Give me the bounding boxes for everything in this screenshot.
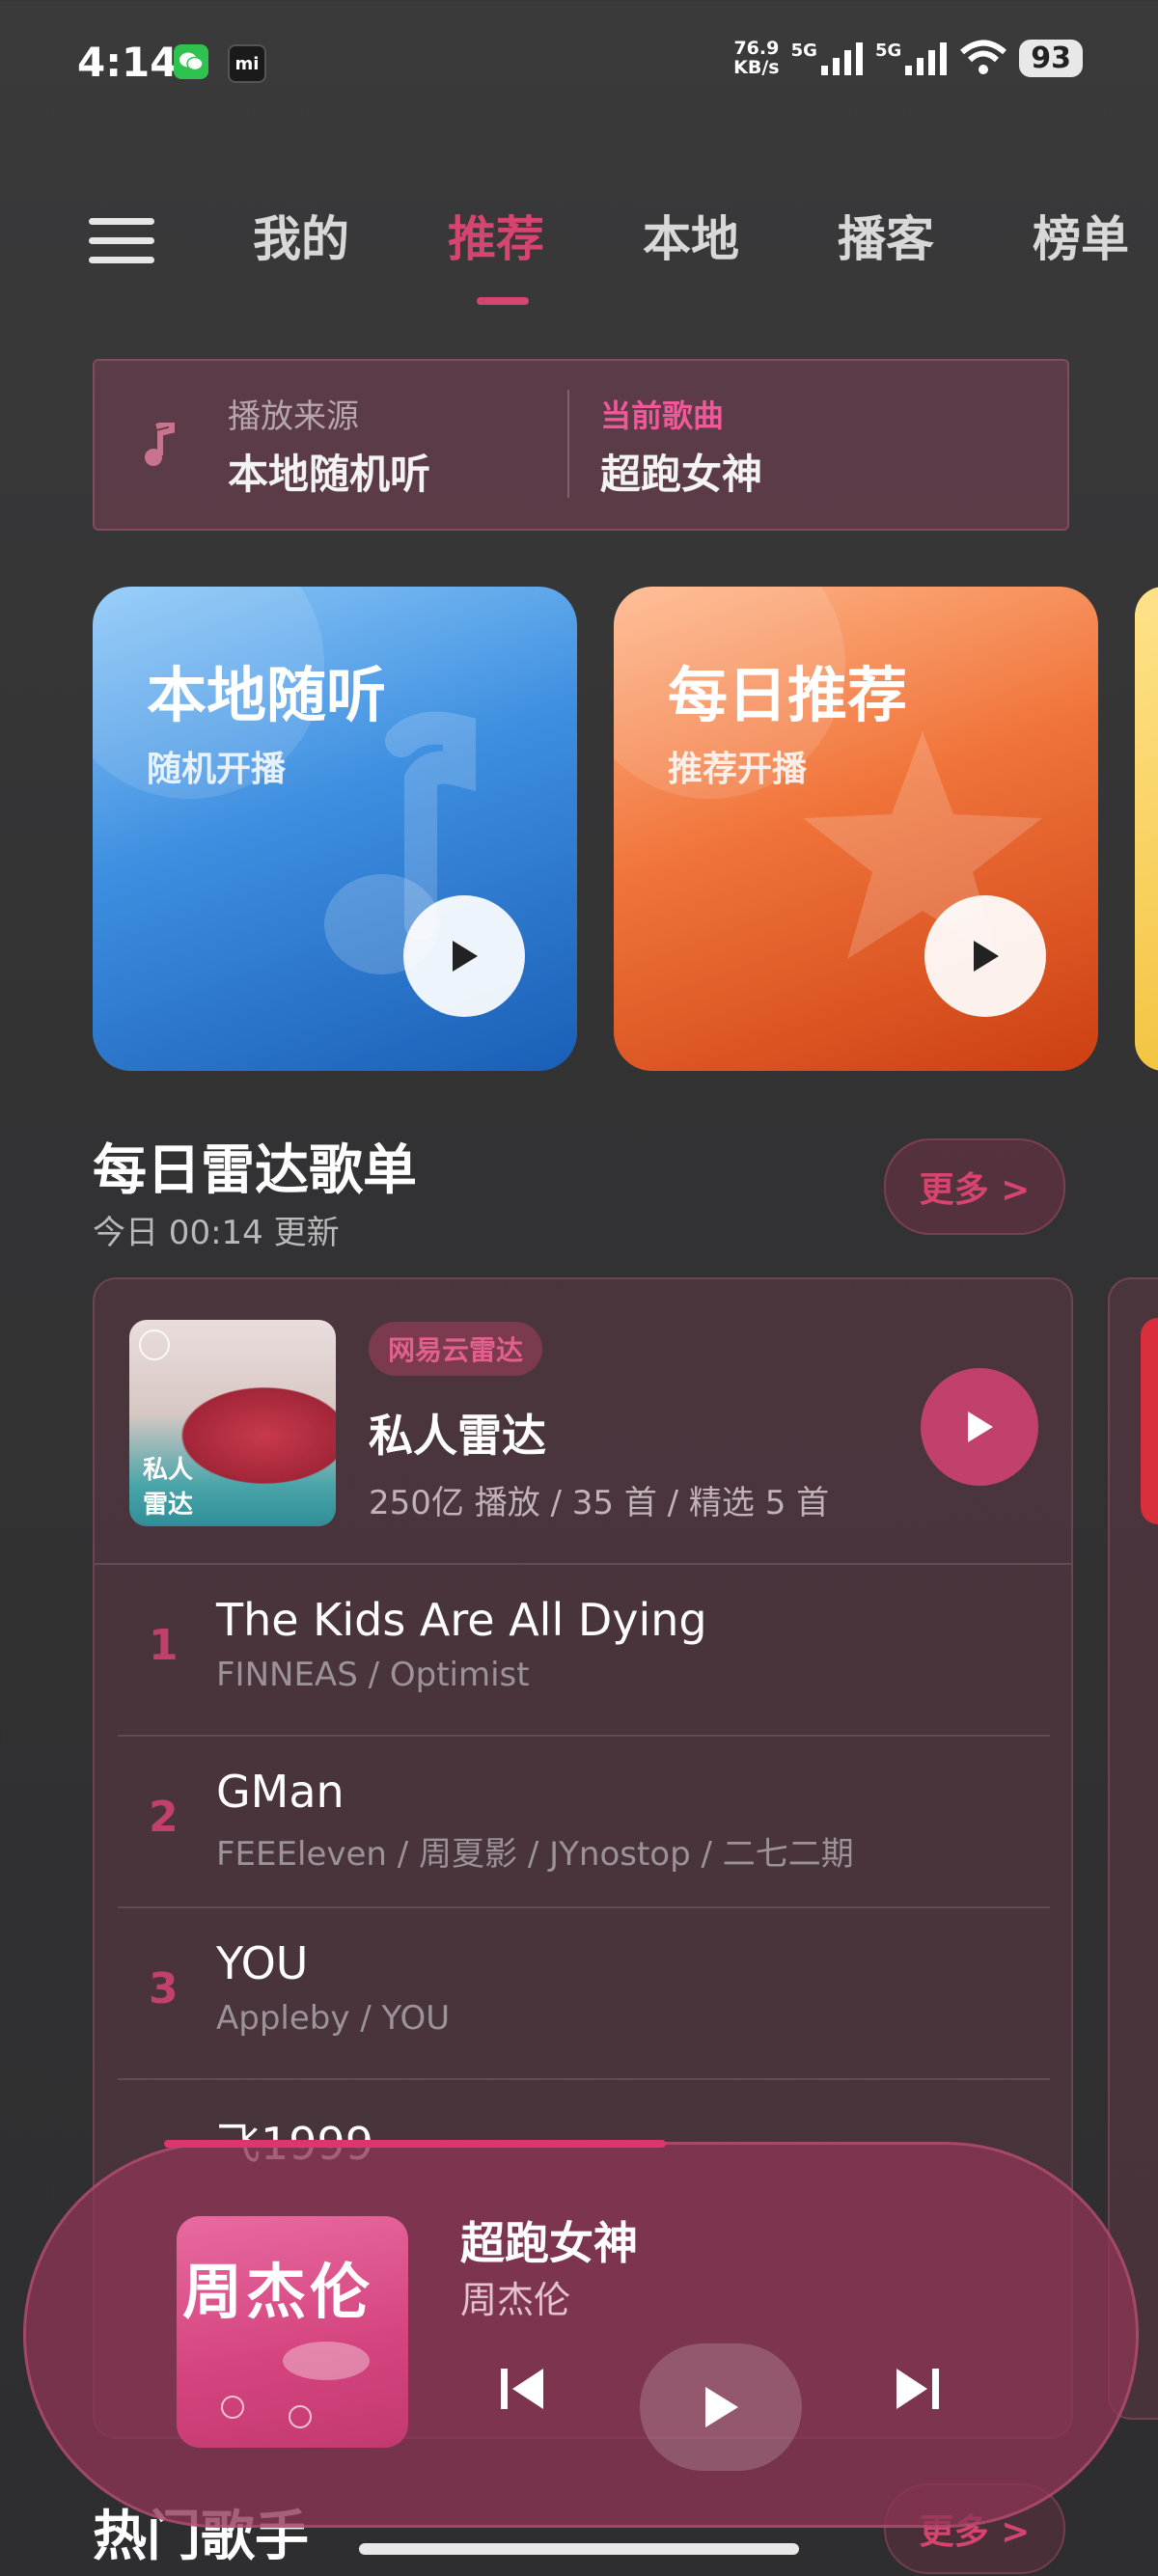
cover-text: 私人 雷达 bbox=[143, 1456, 194, 1520]
playlist-meta: 250亿 播放 / 35 首 / 精选 5 首 bbox=[369, 1484, 830, 1522]
card-subtitle: 随机开播 bbox=[147, 750, 287, 789]
current-song-value: 超跑女神 bbox=[600, 451, 763, 498]
previous-icon[interactable] bbox=[499, 2367, 547, 2415]
status-icons: 76.9 KB/s 5G 5G 93 bbox=[733, 39, 1083, 77]
track-number: 3 bbox=[149, 1964, 179, 2014]
tab-recommend[interactable]: 推荐 bbox=[448, 201, 544, 305]
home-indicator[interactable] bbox=[359, 2543, 799, 2555]
radar-tag: 网易云雷达 bbox=[369, 1322, 543, 1376]
track-artist: FEEEleven / 周夏影 / JYnostop / 二七二期 bbox=[216, 1835, 854, 1874]
section-subtitle: 今日 00:14 更新 bbox=[93, 1214, 340, 1252]
cover-text: 周杰伦 bbox=[182, 2257, 374, 2327]
mi-app-icon: mi bbox=[228, 44, 266, 83]
card-title: 本地随听 bbox=[147, 660, 387, 730]
player-play-button[interactable] bbox=[640, 2343, 802, 2471]
track-row[interactable]: 2 GMan FEEEleven / 周夏影 / JYnostop / 二七二期 bbox=[95, 1737, 1071, 1908]
track-title: The Kids Are All Dying bbox=[216, 1594, 707, 1646]
track-artist: FINNEAS / Optimist bbox=[216, 1656, 530, 1694]
mini-player[interactable]: 周杰伦 超跑女神 周杰伦 bbox=[23, 2142, 1139, 2528]
partial-cover bbox=[1141, 1318, 1158, 1524]
cover-decor bbox=[283, 2342, 370, 2380]
track-row[interactable]: 3 YOU Appleby / YOU bbox=[95, 1908, 1071, 2080]
current-song-label: 当前歌曲 bbox=[600, 397, 725, 434]
wifi-icon bbox=[960, 40, 1007, 74]
wechat-icon bbox=[174, 44, 208, 79]
player-artist: 周杰伦 bbox=[460, 2279, 571, 2321]
tab-charts[interactable]: 榜单 bbox=[1033, 201, 1129, 270]
play-icon bbox=[974, 941, 999, 972]
track-row[interactable]: 1 The Kids Are All Dying FINNEAS / Optim… bbox=[95, 1565, 1071, 1737]
source-label: 播放来源 bbox=[228, 397, 359, 436]
card-subtitle: 推荐开播 bbox=[668, 750, 808, 789]
source-value: 本地随机听 bbox=[228, 451, 431, 498]
net-speed: 76.9 KB/s bbox=[733, 38, 780, 78]
cover-decor bbox=[289, 2405, 312, 2428]
playlist-cover: 私人 雷达 bbox=[129, 1320, 336, 1526]
play-icon bbox=[453, 941, 478, 972]
signal-icon: 5G bbox=[791, 41, 864, 75]
daily-recommend-card[interactable]: 每日推荐 推荐开播 bbox=[614, 587, 1098, 1071]
play-icon bbox=[968, 1411, 993, 1442]
local-shuffle-card[interactable]: 本地随听 随机开播 bbox=[93, 587, 577, 1071]
menu-icon[interactable] bbox=[89, 218, 154, 266]
signal-icon-2: 5G bbox=[875, 41, 948, 75]
play-button[interactable] bbox=[403, 895, 525, 1017]
track-title: GMan bbox=[216, 1766, 345, 1818]
playlist-play-button[interactable] bbox=[921, 1368, 1038, 1486]
play-source-bar[interactable]: 播放来源 本地随机听 当前歌曲 超跑女神 bbox=[93, 359, 1069, 531]
player-progress[interactable] bbox=[164, 2140, 666, 2148]
music-note-icon bbox=[143, 419, 178, 471]
top-tabs: 我的 推荐 本地 播客 榜单 bbox=[253, 201, 1158, 305]
battery-indicator: 93 bbox=[1019, 39, 1083, 77]
netease-logo-icon bbox=[139, 1329, 170, 1360]
tab-podcast[interactable]: 播客 bbox=[838, 201, 934, 270]
player-cover[interactable]: 周杰伦 bbox=[177, 2216, 408, 2448]
track-title: YOU bbox=[216, 1937, 309, 1989]
divider bbox=[567, 390, 569, 498]
status-time: 4:14 bbox=[77, 39, 179, 86]
next-icon[interactable] bbox=[893, 2367, 941, 2415]
tab-mine[interactable]: 我的 bbox=[253, 201, 349, 270]
cover-decor bbox=[221, 2396, 244, 2419]
play-icon bbox=[705, 2387, 738, 2427]
play-button[interactable] bbox=[924, 895, 1046, 1017]
track-number: 2 bbox=[149, 1793, 179, 1842]
more-button[interactable]: 更多 > bbox=[884, 1138, 1065, 1235]
track-number: 1 bbox=[149, 1621, 179, 1670]
tab-local[interactable]: 本地 bbox=[643, 201, 739, 270]
partial-card[interactable] bbox=[1135, 587, 1158, 1071]
section-title: 每日雷达歌单 bbox=[93, 1139, 417, 1202]
track-artist: Appleby / YOU bbox=[216, 1999, 451, 2038]
player-song-title: 超跑女神 bbox=[460, 2217, 638, 2269]
playlist-name: 私人雷达 bbox=[369, 1410, 546, 1462]
card-title: 每日推荐 bbox=[668, 660, 908, 730]
